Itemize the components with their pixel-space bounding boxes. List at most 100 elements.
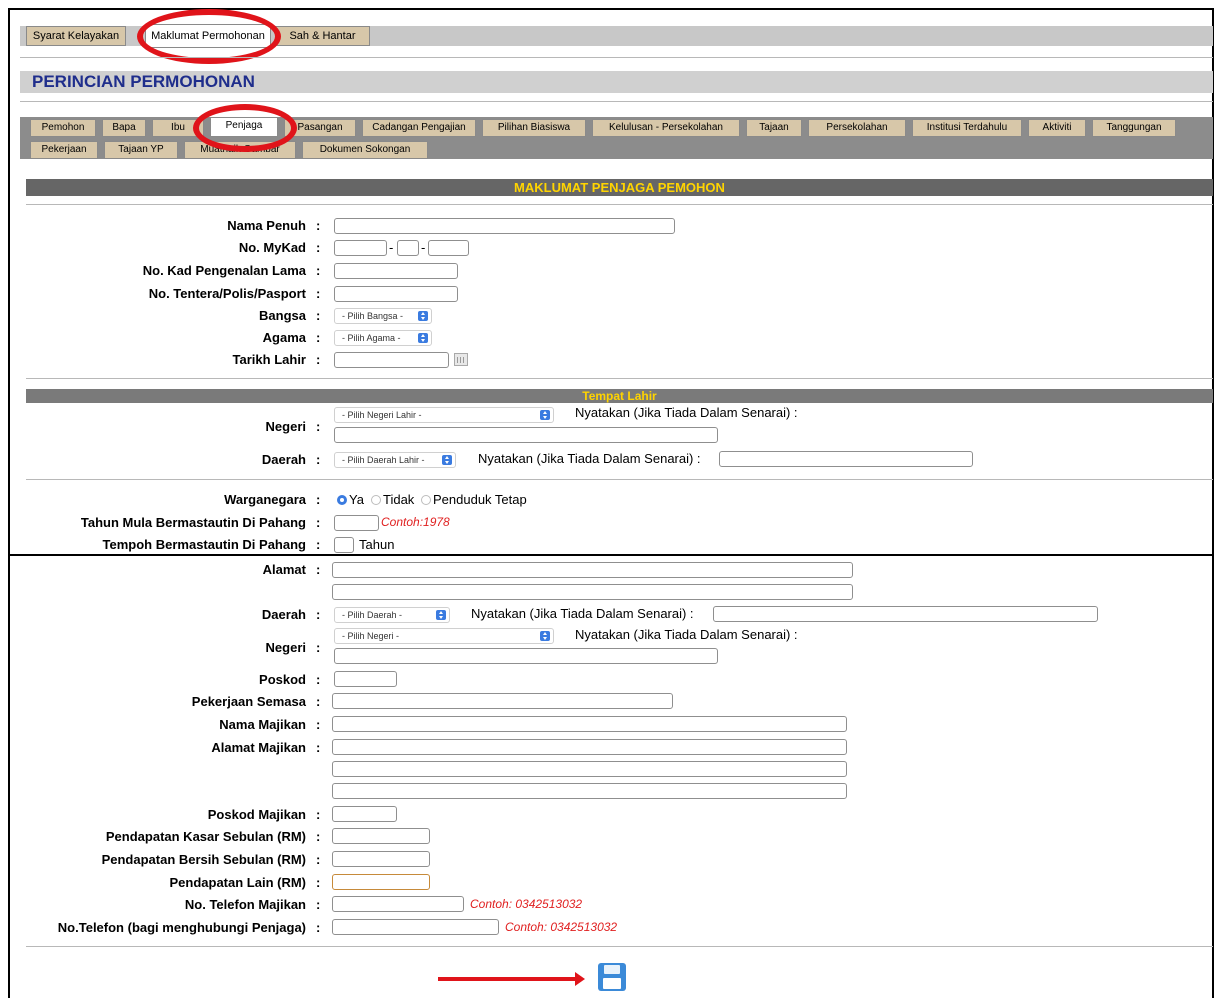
radio-ya[interactable] <box>337 495 347 505</box>
colon: : <box>316 308 321 323</box>
tab-pemohon[interactable]: Pemohon <box>30 119 96 137</box>
colon: : <box>316 263 321 278</box>
kp-lama-input[interactable] <box>334 263 458 279</box>
alamat-line2-input[interactable] <box>332 584 853 600</box>
tel-majikan-hint: Contoh: 0342513032 <box>470 897 583 911</box>
colon: : <box>316 807 321 822</box>
colon: : <box>316 537 321 552</box>
mykad-part3-input[interactable] <box>428 240 469 256</box>
nama-majikan-input[interactable] <box>332 716 847 732</box>
alamat-majikan-line1-input[interactable] <box>332 739 847 755</box>
colon: : <box>316 419 321 434</box>
colon: : <box>316 240 321 255</box>
tel-penjaga-hint: Contoh: 0342513032 <box>505 920 618 934</box>
radio-penduduk-label: Penduduk Tetap <box>433 492 527 507</box>
label-tel-majikan: No. Telefon Majikan <box>184 897 306 912</box>
nyatakan-label: Nyatakan (Jika Tiada Dalam Senarai) : <box>575 405 798 420</box>
label-daerah-lahir: Daerah <box>261 452 306 467</box>
agama-select[interactable]: - Pilih Agama - <box>334 330 432 346</box>
tab-persekolahan[interactable]: Persekolahan <box>808 119 906 137</box>
agama-select-value: - Pilih Agama - <box>342 333 401 343</box>
negeri-other-input[interactable] <box>334 648 718 664</box>
arrow-pointer <box>438 977 576 981</box>
tarikh-lahir-input[interactable] <box>334 352 449 368</box>
section-banner: MAKLUMAT PENJAGA PEMOHON <box>26 179 1213 196</box>
tab-tajaan-yp[interactable]: Tajaan YP <box>104 141 178 159</box>
daerah-select-value: - Pilih Daerah - <box>342 610 403 620</box>
alamat-line1-input[interactable] <box>332 562 853 578</box>
nama-penuh-input[interactable] <box>334 218 675 234</box>
colon: : <box>316 492 321 507</box>
colon: : <box>316 607 321 622</box>
divider <box>20 57 1213 58</box>
label-mykad: No. MyKad <box>238 240 306 255</box>
nyatakan-label: Nyatakan (Jika Tiada Dalam Senarai) : <box>471 606 694 621</box>
tab-pilihan-biasiswa[interactable]: Pilihan Biasiswa <box>482 119 586 137</box>
label-tel-penjaga: No.Telefon (bagi menghubungi Penjaga) <box>57 920 306 935</box>
divider <box>26 946 1213 947</box>
tahun-mula-input[interactable] <box>334 515 379 531</box>
negeri-lahir-other-input[interactable] <box>334 427 718 443</box>
daerah-lahir-select-value: - Pilih Daerah Lahir - <box>342 455 425 465</box>
daerah-other-input[interactable] <box>713 606 1098 622</box>
tab-tajaan[interactable]: Tajaan <box>746 119 802 137</box>
divider <box>26 479 1213 480</box>
label-bangsa: Bangsa <box>259 308 306 323</box>
label-alamat: Alamat <box>262 562 306 577</box>
label-daerah: Daerah <box>261 607 306 622</box>
pekerjaan-input[interactable] <box>332 693 673 709</box>
alamat-majikan-line2-input[interactable] <box>332 761 847 777</box>
pendapatan-lain-input[interactable] <box>332 874 430 890</box>
chevron-updown-icon <box>540 631 550 641</box>
arrow-head <box>575 972 585 986</box>
highlight-ring-top <box>137 9 281 64</box>
tab-syarat-kelayakan[interactable]: Syarat Kelayakan <box>26 26 126 46</box>
tel-penjaga-input[interactable] <box>332 919 499 935</box>
radio-penduduk-tetap[interactable] <box>421 495 431 505</box>
colon: : <box>316 218 321 233</box>
negeri-select[interactable]: - Pilih Negeri - <box>334 628 554 644</box>
mykad-part1-input[interactable] <box>334 240 387 256</box>
tab-institusi-terdahulu[interactable]: Institusi Terdahulu <box>912 119 1022 137</box>
tab-aktiviti[interactable]: Aktiviti <box>1028 119 1086 137</box>
pendapatan-bersih-input[interactable] <box>332 851 430 867</box>
tab-sah-hantar[interactable]: Sah & Hantar <box>275 26 370 46</box>
label-negeri-lahir: Negeri <box>265 419 306 434</box>
mykad-part2-input[interactable] <box>397 240 419 256</box>
colon: : <box>316 562 321 577</box>
colon: : <box>316 694 321 709</box>
divider <box>26 204 1213 205</box>
daerah-lahir-other-input[interactable] <box>719 451 973 467</box>
tab-tanggungan[interactable]: Tanggungan <box>1092 119 1176 137</box>
tel-majikan-input[interactable] <box>332 896 464 912</box>
poskod-majikan-input[interactable] <box>332 806 397 822</box>
label-alamat-majikan: Alamat Majikan <box>211 740 306 755</box>
daerah-lahir-select[interactable]: - Pilih Daerah Lahir - <box>334 452 456 468</box>
highlight-ring-sub <box>193 104 297 152</box>
label-lain: Pendapatan Lain (RM) <box>169 875 306 890</box>
tab-dokumen-sokongan[interactable]: Dokumen Sokongan <box>302 141 428 159</box>
tentera-input[interactable] <box>334 286 458 302</box>
label-tentera: No. Tentera/Polis/Pasport <box>148 286 306 301</box>
colon: : <box>316 640 321 655</box>
pendapatan-kasar-input[interactable] <box>332 828 430 844</box>
bangsa-select[interactable]: - Pilih Bangsa - <box>334 308 432 324</box>
tab-bapa[interactable]: Bapa <box>102 119 146 137</box>
colon: : <box>316 452 321 467</box>
label-poskod-majikan: Poskod Majikan <box>207 807 306 822</box>
negeri-lahir-select[interactable]: - Pilih Negeri Lahir - <box>334 407 554 423</box>
tab-pekerjaan[interactable]: Pekerjaan <box>30 141 98 159</box>
calendar-icon[interactable] <box>454 353 468 366</box>
alamat-majikan-line3-input[interactable] <box>332 783 847 799</box>
save-button[interactable] <box>598 963 626 991</box>
tempoh-input[interactable] <box>334 537 354 553</box>
tab-kelulusan-persekolahan[interactable]: Kelulusan - Persekolahan <box>592 119 740 137</box>
poskod-input[interactable] <box>334 671 397 687</box>
radio-tidak[interactable] <box>371 495 381 505</box>
tahun-hint: Contoh:1978 <box>381 515 450 529</box>
tab-cadangan-pengajian[interactable]: Cadangan Pengajian <box>362 119 476 137</box>
colon: : <box>316 897 321 912</box>
daerah-select[interactable]: - Pilih Daerah - <box>334 607 450 623</box>
colon: : <box>316 330 321 345</box>
colon: : <box>316 717 321 732</box>
